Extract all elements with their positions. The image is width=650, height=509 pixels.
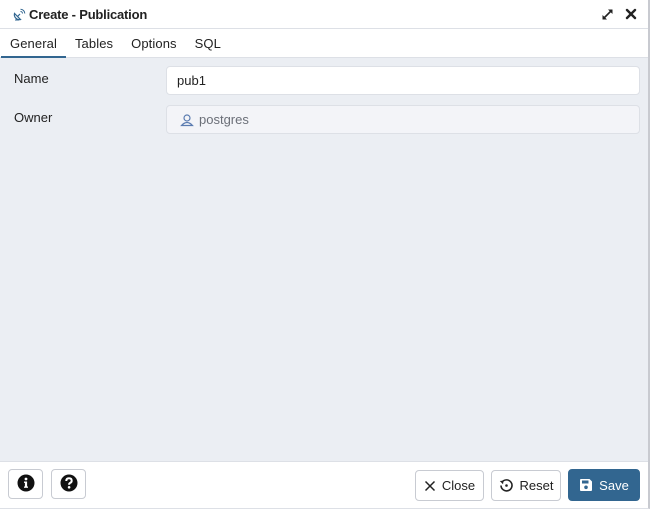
question-circle-icon bbox=[60, 474, 78, 495]
reset-history-icon bbox=[499, 478, 514, 493]
owner-value: postgres bbox=[199, 112, 249, 127]
close-label: Close bbox=[441, 478, 476, 493]
help-button[interactable] bbox=[51, 469, 86, 499]
save-label: Save bbox=[599, 477, 629, 493]
close-button[interactable]: Close bbox=[415, 470, 484, 501]
create-publication-dialog: Create - Publication General Tables Opti… bbox=[0, 0, 650, 509]
publication-satellite-icon bbox=[12, 7, 27, 22]
dialog-title: Create - Publication bbox=[29, 6, 148, 22]
owner-select[interactable]: postgres bbox=[166, 105, 640, 134]
expand-arrows-icon[interactable] bbox=[600, 6, 614, 22]
general-panel: Name Owner postgres bbox=[0, 58, 648, 461]
tab-options[interactable]: Options bbox=[122, 29, 186, 58]
info-circle-icon bbox=[17, 474, 35, 495]
dialog-footer: Close Reset Save bbox=[0, 461, 648, 508]
info-button[interactable] bbox=[8, 469, 43, 499]
tab-bar: General Tables Options SQL bbox=[0, 29, 648, 59]
reset-label: Reset bbox=[519, 478, 554, 493]
reset-button[interactable]: Reset bbox=[491, 470, 561, 501]
dialog-titlebar[interactable]: Create - Publication bbox=[0, 0, 648, 29]
tab-general[interactable]: General bbox=[0, 29, 66, 59]
close-x-icon bbox=[424, 480, 436, 492]
user-icon bbox=[180, 113, 194, 127]
tab-tables[interactable]: Tables bbox=[66, 29, 122, 58]
name-label: Name bbox=[14, 71, 49, 86]
name-input[interactable] bbox=[166, 66, 640, 95]
close-x-icon[interactable] bbox=[624, 6, 638, 22]
floppy-disk-icon bbox=[579, 478, 593, 492]
save-button[interactable]: Save bbox=[568, 469, 640, 501]
owner-label: Owner bbox=[14, 110, 53, 125]
tab-sql[interactable]: SQL bbox=[186, 29, 230, 58]
